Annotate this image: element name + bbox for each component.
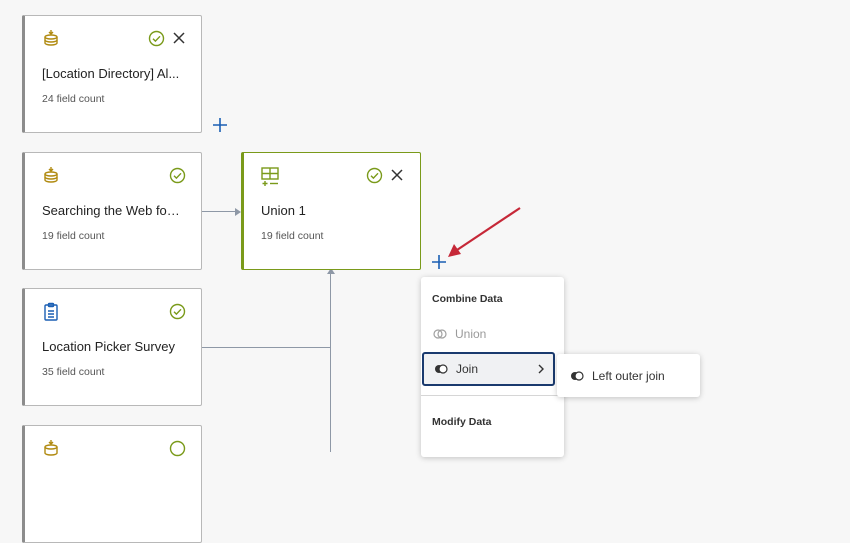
node-field-count: 19 field count: [261, 230, 324, 242]
check-circle-icon: [169, 303, 186, 320]
check-circle-icon: [169, 440, 186, 457]
menu-item-union: Union: [433, 327, 486, 341]
close-icon[interactable]: [390, 168, 404, 182]
connector-line: [202, 211, 238, 212]
source-node-location-directory[interactable]: [Location Directory] Al... 24 field coun…: [22, 15, 202, 133]
menu-item-label: Join: [456, 362, 479, 376]
node-field-count: 35 field count: [42, 366, 105, 378]
chevron-right-icon: [538, 364, 544, 374]
database-icon: [44, 167, 58, 183]
check-circle-icon: [366, 167, 383, 184]
modify-data-heading: Modify Data: [432, 416, 492, 428]
add-step-menu: Combine Data Union Join Modify Data: [421, 277, 564, 457]
table-add-icon: [261, 167, 279, 186]
node-field-count: 24 field count: [42, 93, 105, 105]
join-submenu: Left outer join: [557, 354, 700, 397]
close-icon[interactable]: [172, 31, 186, 45]
database-icon: [44, 30, 58, 46]
submenu-item-label: Left outer join: [592, 368, 665, 383]
node-title: Searching the Web for...: [42, 203, 181, 218]
connector-line: [330, 272, 331, 452]
menu-item-label: Union: [455, 327, 487, 341]
source-node-searching-web[interactable]: Searching the Web for... 19 field count: [22, 152, 202, 270]
check-circle-icon: [148, 30, 165, 47]
database-icon: [44, 440, 58, 456]
node-field-count: 19 field count: [42, 230, 105, 242]
node-title: Union 1: [261, 203, 306, 218]
source-node-partial[interactable]: [22, 425, 202, 543]
menu-divider: [421, 395, 564, 396]
submenu-item-left-outer-join[interactable]: Left outer join: [570, 369, 665, 383]
menu-item-join[interactable]: Join: [422, 352, 555, 386]
join-icon: [435, 364, 448, 374]
combine-data-heading: Combine Data: [432, 293, 503, 305]
connector-line: [202, 347, 330, 348]
node-title: Location Picker Survey: [42, 339, 175, 354]
union-node[interactable]: Union 1 19 field count: [241, 152, 421, 270]
add-step-plus-icon[interactable]: [211, 116, 229, 134]
source-node-location-picker-survey[interactable]: Location Picker Survey 35 field count: [22, 288, 202, 406]
annotation-arrow: [448, 207, 521, 257]
union-icon: [433, 329, 447, 339]
node-title: [Location Directory] Al...: [42, 66, 180, 81]
clipboard-icon: [44, 302, 58, 321]
left-outer-join-icon: [571, 370, 584, 381]
check-circle-icon: [169, 167, 186, 184]
